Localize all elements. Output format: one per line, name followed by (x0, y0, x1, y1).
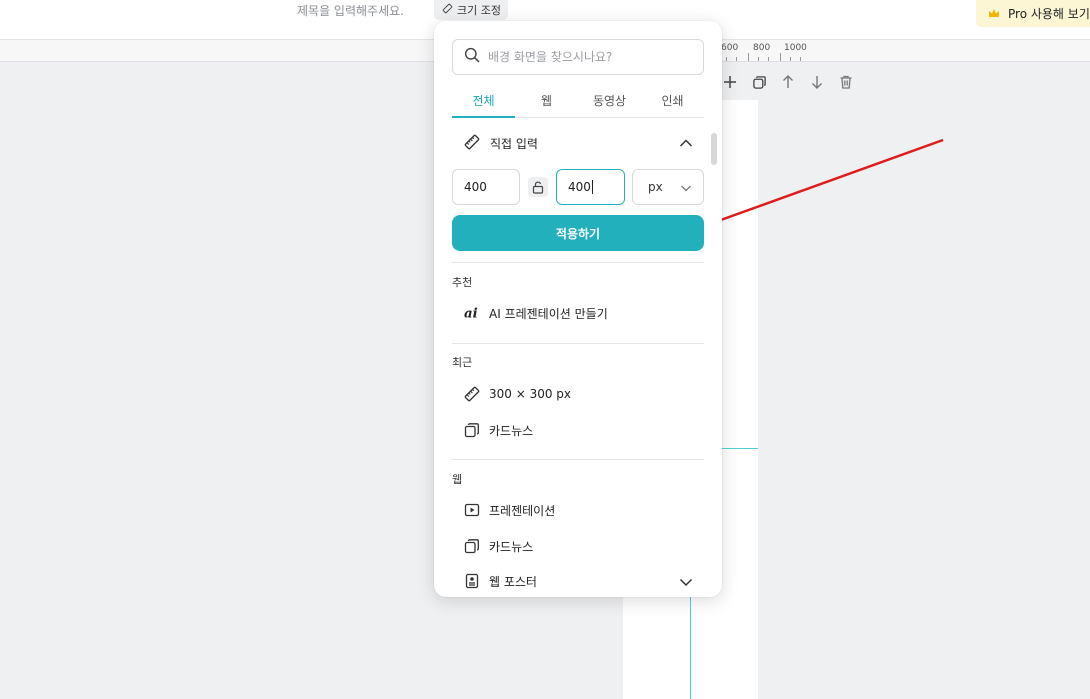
search-icon (464, 47, 480, 67)
cards-icon (464, 422, 480, 438)
size-search-field[interactable] (452, 39, 704, 75)
recommended-label: 추천 (452, 276, 473, 289)
panel-scrollbar[interactable] (711, 133, 717, 165)
poster-icon (464, 573, 480, 589)
list-item-label: 카드뉴스 (489, 539, 534, 554)
custom-size-header[interactable]: 직접 입력 (464, 131, 694, 155)
unlock-icon (532, 181, 544, 194)
web-label: 웹 (452, 473, 463, 486)
list-item-label: 300 × 300 px (489, 387, 572, 401)
list-item-web-cardnews[interactable]: 카드뉴스 (464, 535, 694, 557)
width-value: 400 (464, 180, 487, 194)
list-item-label: 웹 포스터 (489, 574, 537, 589)
custom-size-title: 직접 입력 (490, 136, 538, 151)
search-input[interactable] (488, 50, 688, 64)
unit-select[interactable]: px (632, 169, 704, 205)
apply-button[interactable]: 적용하기 (452, 215, 704, 251)
chevron-down-icon[interactable] (678, 574, 694, 593)
chevron-down-icon (680, 182, 692, 197)
cards-icon (464, 538, 480, 554)
height-value: 400 (568, 180, 591, 194)
divider (452, 343, 704, 344)
resize-panel: 전체 웹 동영상 인쇄 직접 입력 400 400 px 적용하기 추천 ai … (434, 21, 722, 597)
text-caret (591, 180, 593, 194)
divider (452, 262, 704, 263)
list-item-label: 카드뉴스 (489, 423, 534, 438)
tab-web[interactable]: 웹 (515, 83, 578, 117)
width-field[interactable]: 400 (452, 169, 520, 205)
list-item-label: 프레젠테이션 (489, 503, 556, 518)
chevron-up-icon[interactable] (678, 135, 694, 154)
list-item-ai-presentation[interactable]: ai AI 프레젠테이션 만들기 (464, 302, 694, 324)
tab-print[interactable]: 인쇄 (641, 83, 704, 117)
list-item-label: AI 프레젠테이션 만들기 (489, 306, 608, 321)
svg-text:ai: ai (464, 305, 478, 321)
list-item-presentation[interactable]: 프레젠테이션 (464, 499, 694, 521)
ruler-icon (464, 386, 480, 402)
aspect-lock-button[interactable] (528, 177, 548, 197)
ruler-icon (464, 134, 480, 153)
height-field[interactable]: 400 (556, 169, 625, 205)
unit-value: px (648, 180, 663, 194)
list-item-web-poster[interactable]: 웹 포스터 (464, 570, 694, 592)
play-icon (464, 502, 480, 518)
divider (452, 459, 704, 460)
recent-label: 최근 (452, 356, 473, 369)
list-item-recent-cardnews[interactable]: 카드뉴스 (464, 419, 694, 441)
category-tabs: 전체 웹 동영상 인쇄 (452, 83, 704, 118)
list-item-recent-size[interactable]: 300 × 300 px (464, 383, 694, 405)
ai-icon: ai (464, 305, 480, 321)
tab-all[interactable]: 전체 (452, 83, 515, 118)
tab-video[interactable]: 동영상 (578, 83, 641, 117)
